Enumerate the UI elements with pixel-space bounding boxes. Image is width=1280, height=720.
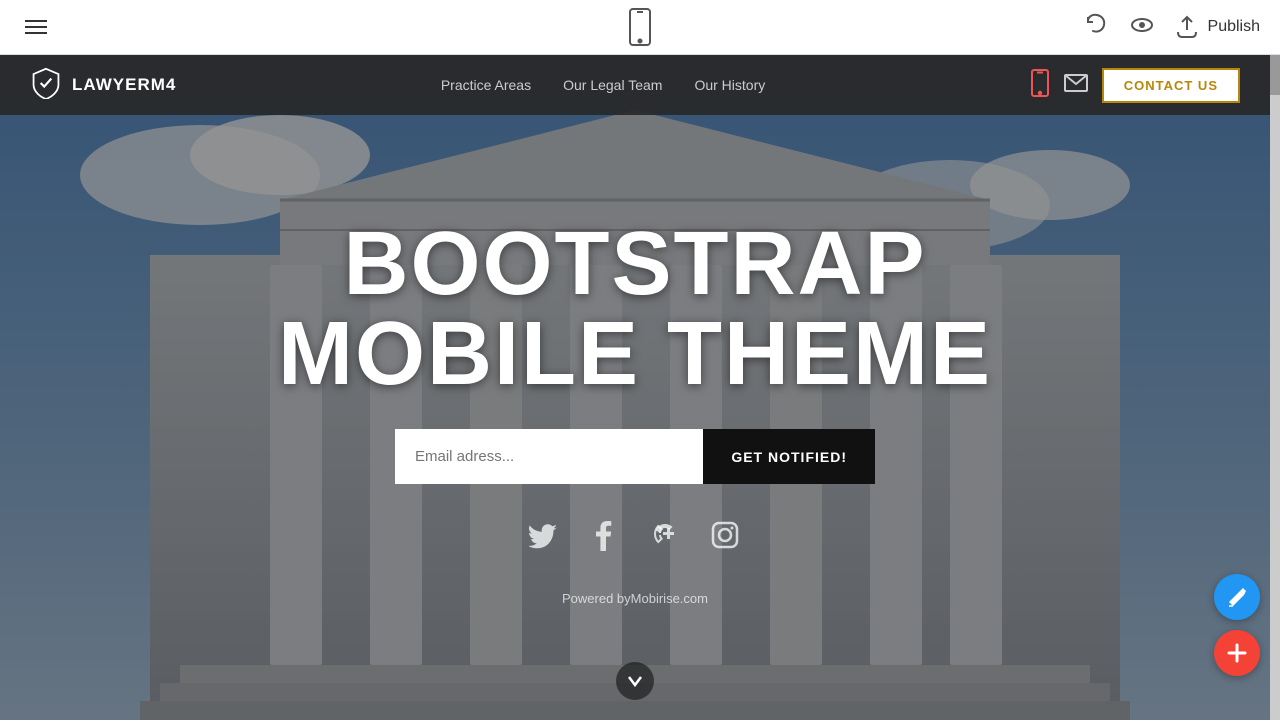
mobile-preview-icon[interactable] [626,7,654,47]
site-wrapper: LAWYERM4 Practice Areas Our Legal Team O… [0,55,1270,720]
contact-us-button[interactable]: CONTACT US [1102,68,1240,103]
instagram-icon[interactable] [709,519,741,556]
nav-practice-areas[interactable]: Practice Areas [441,77,531,93]
hero-title-line2: MOBILE THEME [278,309,992,399]
editor-bar: Publish [0,0,1280,55]
hero-content: BOOTSTRAP MOBILE THEME GET NOTIFIED! [0,219,1270,606]
get-notified-button[interactable]: GET NOTIFIED! [703,429,875,484]
social-icons [529,519,741,556]
navbar-nav: Practice Areas Our Legal Team Our Histor… [441,77,765,93]
navbar-icons: CONTACT US [1030,68,1240,103]
fab-pencil-button[interactable] [1214,574,1260,620]
email-input[interactable] [395,429,703,484]
nav-legal-team[interactable]: Our Legal Team [563,77,662,93]
publish-button[interactable]: Publish [1174,14,1260,40]
scroll-down-inner [616,662,654,700]
facebook-icon[interactable] [589,519,621,556]
editor-bar-left [20,15,52,39]
scrollbar[interactable] [1270,55,1280,720]
powered-link[interactable]: Mobirise.com [631,591,708,606]
nav-our-history[interactable]: Our History [694,77,765,93]
editor-bar-right: Publish [1082,11,1260,44]
twitter-icon[interactable] [529,519,561,556]
fab-plus-button[interactable] [1214,630,1260,676]
hamburger-menu-icon[interactable] [20,15,52,39]
editor-bar-center [626,7,654,47]
brand-logo[interactable]: LAWYERM4 [30,67,176,104]
powered-by: Powered byMobirise.com [562,591,708,606]
hero-title-line1: BOOTSTRAP [278,219,992,309]
nav-email-icon[interactable] [1064,74,1088,97]
brand-shield-icon [30,67,62,104]
scrollbar-thumb[interactable] [1270,55,1280,95]
google-plus-icon[interactable] [649,519,681,556]
hero-section: LAWYERM4 Practice Areas Our Legal Team O… [0,55,1270,720]
nav-phone-icon[interactable] [1030,68,1050,103]
powered-text: Powered by [562,591,631,606]
navbar: LAWYERM4 Practice Areas Our Legal Team O… [0,55,1270,115]
publish-label: Publish [1208,18,1260,36]
scroll-down-button[interactable] [616,662,654,700]
hero-title: BOOTSTRAP MOBILE THEME [278,219,992,399]
brand-name: LAWYERM4 [72,75,176,95]
preview-eye-icon[interactable] [1128,11,1156,44]
email-form: GET NOTIFIED! [395,429,875,484]
undo-icon[interactable] [1082,11,1110,44]
